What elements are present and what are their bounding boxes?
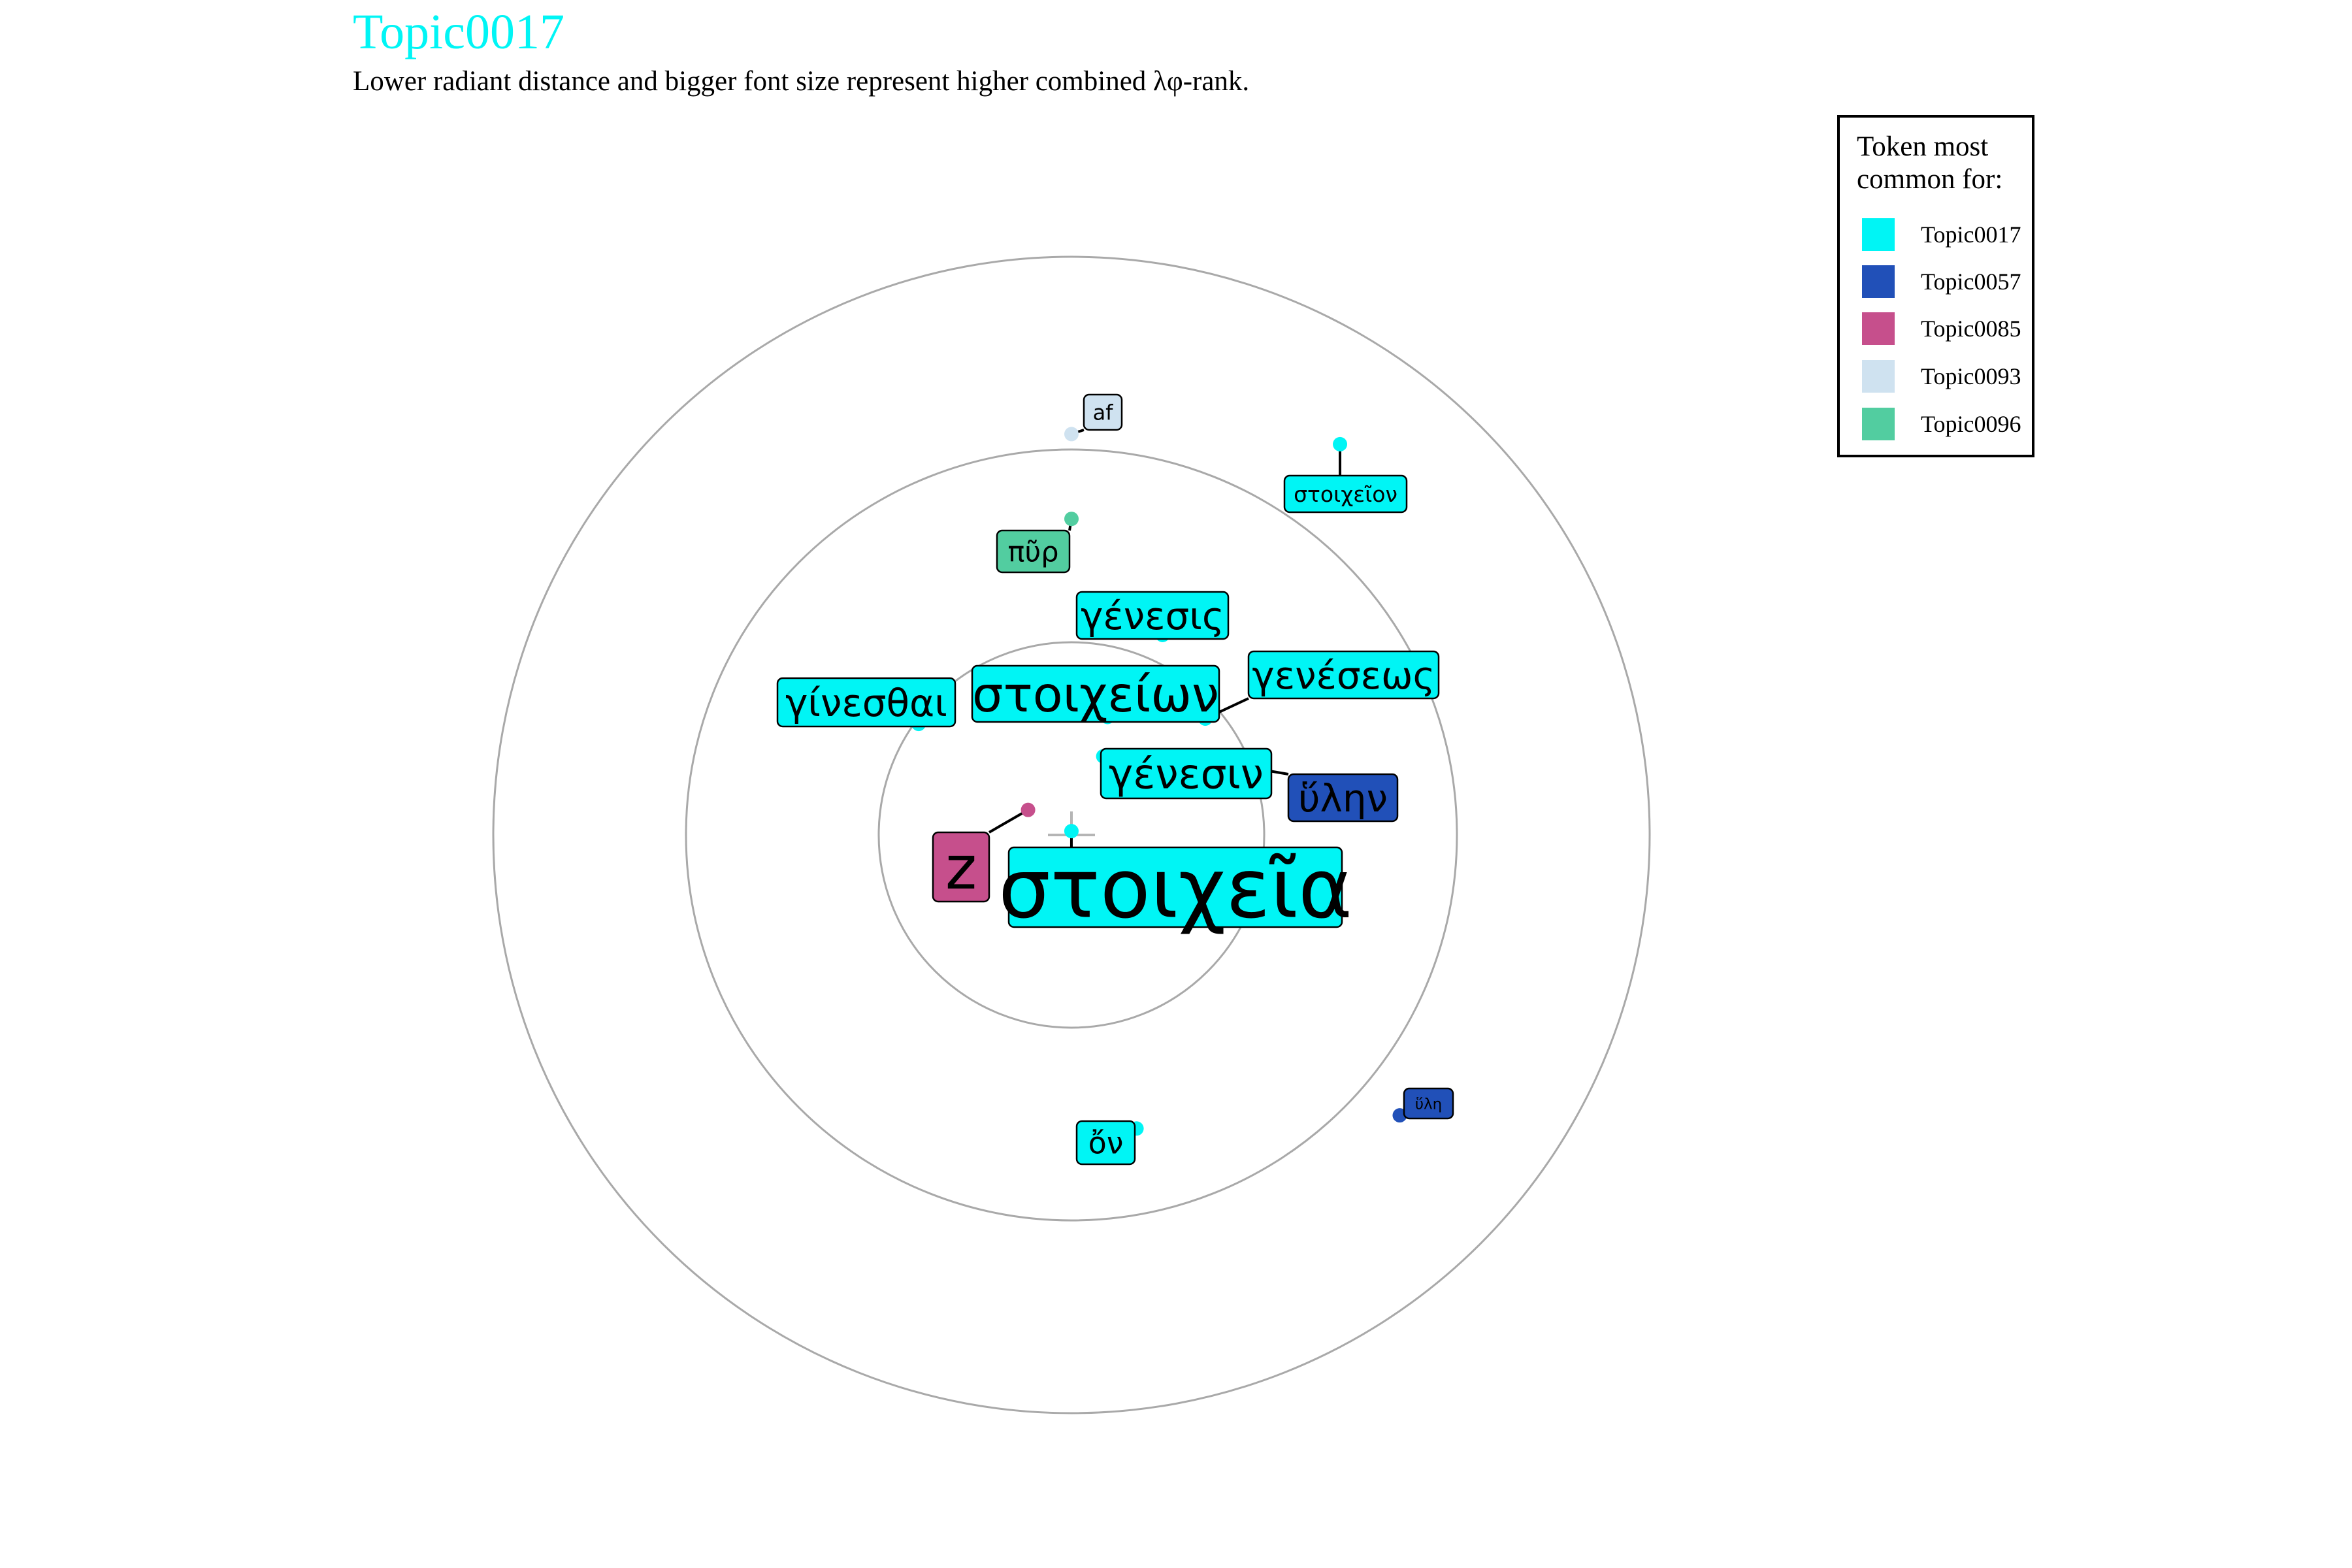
token-10-point xyxy=(1333,436,1348,451)
token-4-label: στοιχείων xyxy=(972,666,1219,723)
chart-title: Topic0017 xyxy=(353,5,564,59)
token-3-label: γένεσιν xyxy=(1109,751,1264,798)
legend-label: Topic0057 xyxy=(1921,269,2021,295)
legend-label: Topic0096 xyxy=(1921,411,2021,437)
token-2-label: z xyxy=(945,833,977,903)
legend-item-topic0093: Topic0093 xyxy=(1862,360,2021,393)
legend-item-topic0096: Topic0096 xyxy=(1862,408,2021,440)
token-9-point xyxy=(1064,512,1079,527)
token-2-point xyxy=(1021,802,1036,817)
legend-label: Topic0093 xyxy=(1921,363,2021,389)
token-11-label: af xyxy=(1093,400,1114,425)
token-labels: στοιχεῖα z γένεσιν στοιχείων γένεσις γενέσεως… xyxy=(776,393,1454,1166)
chart-subtitle: Lower radiant distance and bigger font s… xyxy=(353,66,1250,97)
legend-swatch xyxy=(1862,408,1895,440)
legend-swatch xyxy=(1862,265,1895,298)
legend: Token most common for: Topic0017 Topic00… xyxy=(1837,115,2034,457)
legend-label: Topic0085 xyxy=(1921,316,2021,342)
token-1-point xyxy=(1064,824,1079,839)
token-11-point xyxy=(1064,427,1079,442)
legend-label: Topic0017 xyxy=(1921,221,2021,248)
legend-item-topic0017: Topic0017 xyxy=(1862,218,2021,251)
token-10-label: στοιχεῖον xyxy=(1294,482,1397,507)
token-1-label: στοιχεῖα xyxy=(998,840,1352,936)
legend-swatch xyxy=(1862,360,1895,393)
token-9-label: πῦρ xyxy=(1007,536,1058,568)
legend-swatch xyxy=(1862,218,1895,251)
token-13-label: ὕλη xyxy=(1415,1096,1443,1113)
token-7-label: ὕλην xyxy=(1298,776,1388,821)
legend-title: Token most common for: xyxy=(1857,131,2003,195)
legend-item-topic0057: Topic0057 xyxy=(1862,265,2021,298)
legend-swatch xyxy=(1862,312,1895,345)
token-5-label: γένεσις xyxy=(1081,594,1224,638)
token-8-label: γίνεσθαι xyxy=(785,681,947,725)
token-12-label: ὄν xyxy=(1088,1126,1124,1161)
legend-item-topic0085: Topic0085 xyxy=(1862,312,2021,345)
token-6-label: γενέσεως xyxy=(1252,653,1435,698)
